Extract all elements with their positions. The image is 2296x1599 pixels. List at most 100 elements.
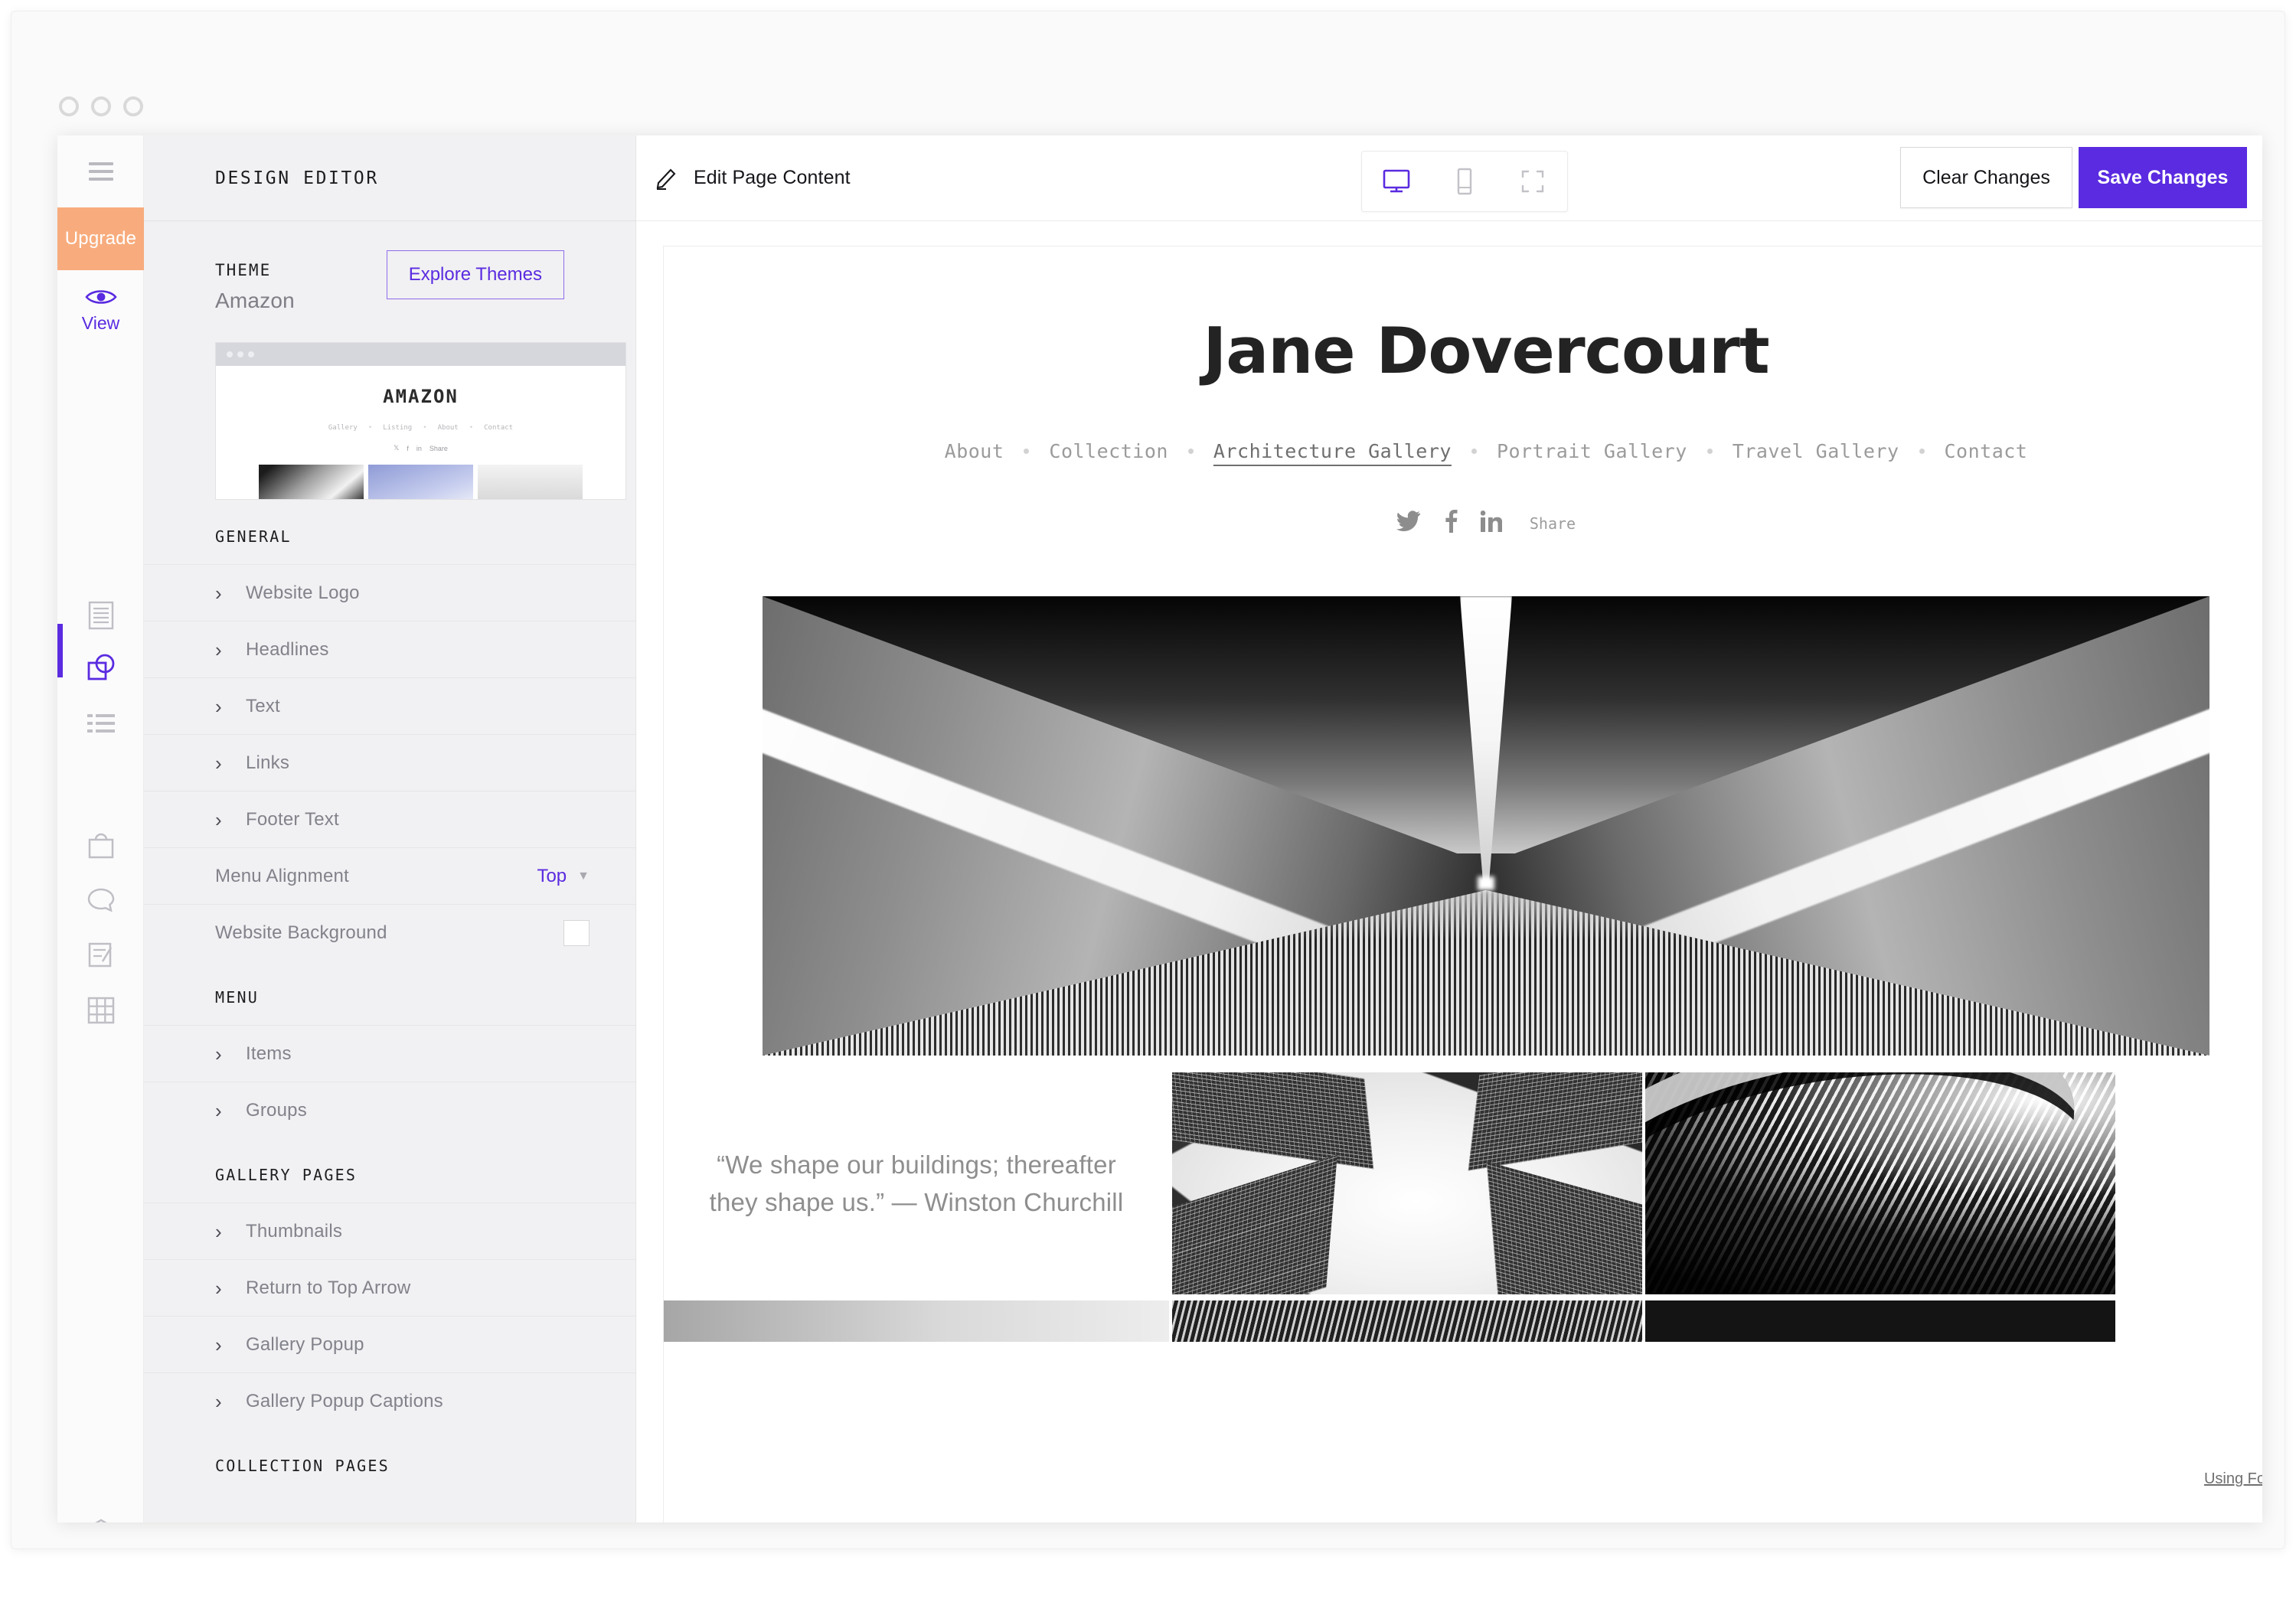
option-row-menu-groups[interactable]: › Groups — [144, 1082, 635, 1138]
design-editor-panel: DESIGN EDITOR THEME Amazon Explore Theme… — [144, 135, 636, 1522]
option-row-return-to-top-arrow[interactable]: › Return to Top Arrow — [144, 1259, 635, 1316]
device-toggle-group — [1361, 151, 1568, 212]
chevron-right-icon: › — [215, 1276, 222, 1300]
preview-dot-1 — [227, 351, 233, 357]
chevron-right-icon: › — [215, 751, 222, 775]
view-button[interactable]: View — [57, 270, 144, 350]
option-label: Headlines — [246, 638, 329, 660]
sidebar-item-settings[interactable] — [57, 1502, 144, 1522]
website-background-color-swatch[interactable] — [563, 919, 590, 946]
window-control-dot-3[interactable] — [123, 96, 143, 116]
option-label: Links — [246, 752, 290, 773]
twitter-icon: 𝕏 — [394, 444, 400, 452]
eye-icon — [84, 289, 117, 304]
preview-chrome-bar — [216, 343, 625, 366]
option-row-menu-alignment[interactable]: Menu Alignment Top ▼ — [144, 847, 635, 904]
linkedin-icon[interactable] — [1480, 511, 1503, 536]
theme-info: THEME Amazon — [215, 261, 295, 313]
option-label: Footer Text — [246, 808, 339, 830]
site-title: Jane Dovercourt — [1203, 314, 1769, 388]
chevron-right-icon: › — [215, 1042, 222, 1065]
gallery-thumbnail-partial-3[interactable] — [1645, 1300, 2115, 1342]
gallery-thumbnail-partial-2[interactable] — [1172, 1300, 1642, 1342]
section-heading-gallery-pages: GALLERY PAGES — [215, 1166, 358, 1184]
page-title: DESIGN EDITOR — [215, 168, 379, 188]
option-row-website-background[interactable]: Website Background — [144, 904, 635, 961]
option-row-gallery-popup[interactable]: › Gallery Popup — [144, 1316, 635, 1372]
window-control-dot-1[interactable] — [59, 96, 79, 116]
shopping-bag-icon — [88, 833, 113, 859]
option-row-headlines[interactable]: › Headlines — [144, 621, 635, 677]
facebook-icon[interactable] — [1444, 510, 1458, 537]
nav-link-collection[interactable]: Collection — [1049, 440, 1168, 462]
nav-link-architecture-gallery[interactable]: Architecture Gallery — [1213, 440, 1452, 462]
preview-share-label: Share — [429, 444, 448, 452]
building-shape — [1172, 1072, 1374, 1170]
section-heading-collection-pages: COLLECTION PAGES — [215, 1457, 390, 1475]
sidebar-item-comments[interactable] — [57, 869, 144, 932]
hero-vanishing-point — [1477, 876, 1495, 890]
twitter-icon[interactable] — [1396, 511, 1421, 536]
hero-gallery-image[interactable] — [763, 596, 2209, 1056]
sidebar-item-design[interactable] — [57, 636, 144, 699]
gallery-thumbnail-curved-facade[interactable] — [1645, 1072, 2115, 1294]
theme-label: THEME — [215, 261, 272, 279]
mobile-icon[interactable] — [1439, 156, 1490, 207]
sidebar-item-blog[interactable] — [57, 924, 144, 987]
save-changes-button[interactable]: Save Changes — [2079, 147, 2247, 208]
theme-preview-thumbnail[interactable]: AMAZON Gallery • Listing • About • Conta… — [215, 342, 626, 500]
edit-page-content-button[interactable]: Edit Page Content — [654, 165, 851, 191]
nav-separator-dot — [1919, 449, 1925, 454]
desktop-icon[interactable] — [1371, 156, 1422, 207]
option-row-footer-text[interactable]: › Footer Text — [144, 791, 635, 847]
nav-link-travel-gallery[interactable]: Travel Gallery — [1733, 440, 1899, 462]
option-row-thumbnails[interactable]: › Thumbnails — [144, 1203, 635, 1259]
linkedin-icon: in — [416, 444, 422, 452]
facebook-icon: f — [407, 444, 409, 452]
site-nav: About Collection Architecture Gallery Po… — [664, 440, 2262, 462]
clear-changes-button[interactable]: Clear Changes — [1900, 147, 2072, 208]
editor-window: Upgrade View DESIGN EDITOR THEME Amazon … — [57, 135, 2262, 1522]
menu-alignment-value: Top — [537, 865, 567, 886]
gallery-thumbnail-skyline[interactable] — [1172, 1072, 1642, 1294]
preview-nav-item: Gallery — [328, 424, 358, 432]
window-control-dot-2[interactable] — [91, 96, 111, 116]
option-row-links[interactable]: › Links — [144, 734, 635, 791]
gallery-grid: “We shape our buildings; thereafter they… — [664, 1072, 2262, 1294]
nav-separator-dot — [1187, 449, 1194, 454]
theme-block: THEME Amazon Explore Themes — [144, 221, 635, 313]
gallery-thumbnail-partial-1[interactable] — [664, 1300, 1169, 1342]
view-label: View — [81, 312, 120, 333]
chevron-right-icon: › — [215, 1333, 222, 1356]
preview-dot-3 — [248, 351, 254, 357]
option-row-text[interactable]: › Text — [144, 677, 635, 734]
nav-link-portrait-gallery[interactable]: Portrait Gallery — [1497, 440, 1687, 462]
fullscreen-icon[interactable] — [1507, 156, 1558, 207]
sidebar-item-store[interactable] — [57, 814, 144, 876]
nav-link-contact[interactable]: Contact — [1945, 440, 2028, 462]
option-label: Text — [246, 695, 280, 716]
preview-nav-sep: • — [423, 424, 427, 432]
menu-icon[interactable] — [57, 135, 144, 207]
chevron-right-icon: › — [215, 808, 222, 831]
explore-themes-button[interactable]: Explore Themes — [386, 250, 564, 299]
upgrade-button[interactable]: Upgrade — [57, 207, 144, 270]
gallery-grid-next-row — [664, 1300, 2262, 1342]
using-format-badge[interactable]: Using Format — [2200, 1469, 2262, 1490]
option-label: Gallery Popup Captions — [246, 1390, 443, 1411]
option-row-menu-items[interactable]: › Items — [144, 1025, 635, 1082]
site-preview-canvas[interactable]: Jane Dovercourt About Collection Archite… — [663, 246, 2262, 1522]
option-row-gallery-popup-captions[interactable]: › Gallery Popup Captions — [144, 1372, 635, 1429]
sidebar-item-lists[interactable] — [57, 692, 144, 755]
chevron-right-icon: › — [215, 1389, 222, 1413]
option-label: Items — [246, 1043, 292, 1064]
nav-link-about[interactable]: About — [945, 440, 1004, 462]
sidebar-item-grid[interactable] — [57, 979, 144, 1042]
building-shape — [1486, 1161, 1642, 1294]
main-toolbar: Edit Page Content Clear Changes Save Cha… — [636, 135, 2262, 221]
chevron-down-icon[interactable]: ▼ — [577, 870, 590, 883]
share-label[interactable]: Share — [1530, 514, 1576, 533]
option-row-website-logo[interactable]: › Website Logo — [144, 564, 635, 621]
chevron-right-icon: › — [215, 1098, 222, 1122]
pages-icon — [88, 601, 113, 630]
